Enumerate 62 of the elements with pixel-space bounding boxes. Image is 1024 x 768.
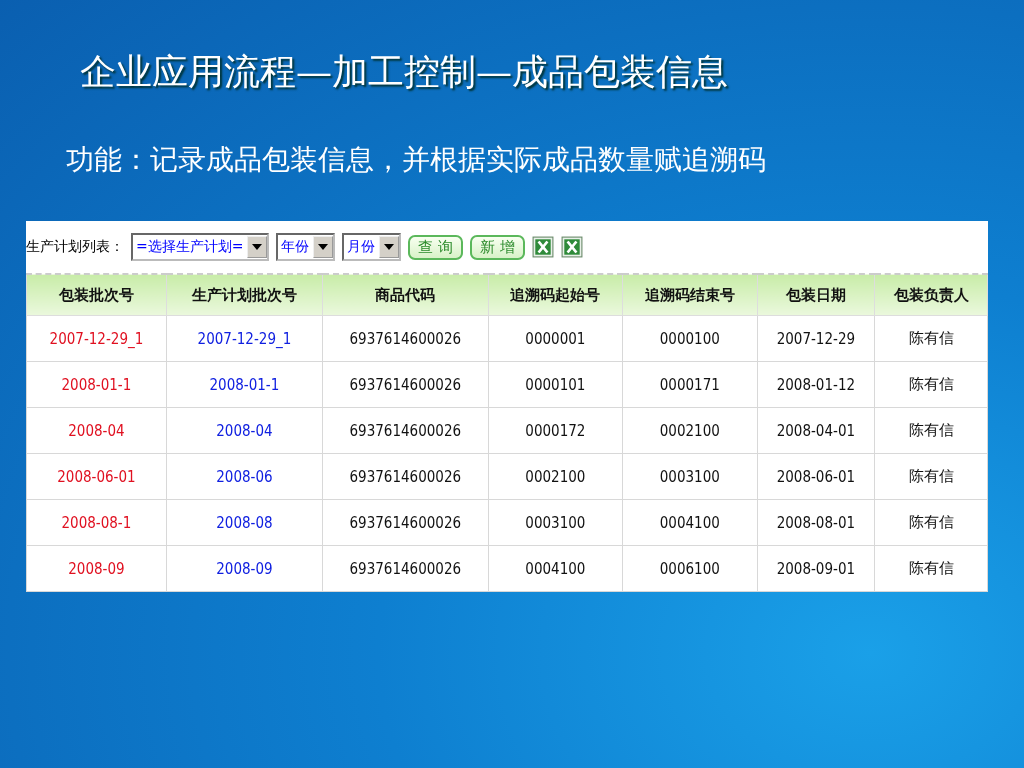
table-cell: 6937614600026 [322,499,489,546]
table-cell: 陈有信 [874,499,988,546]
caret-icon [252,244,263,250]
table-cell: 6937614600026 [322,407,489,454]
table-cell: 陈有信 [874,361,988,408]
link-cell[interactable]: 2007-12-29_1 [166,315,323,362]
table-cell: 2008-06-01 [757,453,875,500]
table-cell: 0000101 [488,361,623,408]
table-cell: 0000172 [488,407,623,454]
dropdown[interactable]: 年份 [276,233,336,261]
action-button[interactable]: 新 增 [470,234,526,260]
table-cell: 0004100 [488,545,623,592]
column-header: 追溯码结束号 [622,274,757,316]
dropdown[interactable]: 月份 [342,233,402,261]
table-cell: 6937614600026 [322,315,489,362]
slide-subtitle: 功能：记录成品包装信息，并根据实际成品数量赋追溯码 [65,142,767,178]
spreadsheet-icon[interactable] [561,236,584,258]
link-cell[interactable]: 2008-01-1 [166,361,323,408]
table-cell: 2008-09-01 [757,545,875,592]
link-cell[interactable]: 2008-08 [166,499,323,546]
table-cell: 0000171 [622,361,757,408]
column-header: 商品代码 [322,274,489,316]
table-cell: 6937614600026 [322,361,489,408]
link-cell[interactable]: 2008-09 [26,545,167,592]
link-cell[interactable]: 2008-06-01 [26,453,167,500]
column-header: 包装负责人 [874,274,988,316]
action-button[interactable]: 查 询 [408,234,464,260]
table-cell: 0000100 [622,315,757,362]
table-cell: 2008-01-12 [757,361,875,408]
table-cell: 6937614600026 [322,453,489,500]
table-cell: 0004100 [622,499,757,546]
table-cell: 0002100 [488,453,623,500]
slide-title: 企业应用流程—加工控制—成品包装信息 [79,50,729,94]
table-cell: 2008-08-01 [757,499,875,546]
table-cell: 0000001 [488,315,623,362]
link-cell[interactable]: 2008-06 [166,453,323,500]
table-cell: 2008-04-01 [757,407,875,454]
caret-icon [318,244,329,250]
table-cell: 2007-12-29 [757,315,875,362]
table-cell: 0003100 [488,499,623,546]
table-cell: 0006100 [622,545,757,592]
table-cell: 0002100 [622,407,757,454]
column-header: 包装批次号 [26,274,167,316]
caret-icon [384,244,395,250]
column-header: 包装日期 [757,274,875,316]
dropdown[interactable]: =选择生产计划= [131,233,270,261]
link-cell[interactable]: 2008-04 [26,407,167,454]
table-cell: 6937614600026 [322,545,489,592]
column-header: 追溯码起始号 [488,274,623,316]
link-cell[interactable]: 2008-04 [166,407,323,454]
table-cell: 陈有信 [874,315,988,362]
table-cell: 陈有信 [874,453,988,500]
column-header: 生产计划批次号 [166,274,323,316]
link-cell[interactable]: 2008-08-1 [26,499,167,546]
link-cell[interactable]: 2008-01-1 [26,361,167,408]
plan-list-label: 生产计划列表： [26,238,124,256]
table-cell: 陈有信 [874,545,988,592]
link-cell[interactable]: 2008-09 [166,545,323,592]
table-cell: 陈有信 [874,407,988,454]
table-cell: 0003100 [622,453,757,500]
spreadsheet-icon[interactable] [532,236,555,258]
link-cell[interactable]: 2007-12-29_1 [26,315,167,362]
